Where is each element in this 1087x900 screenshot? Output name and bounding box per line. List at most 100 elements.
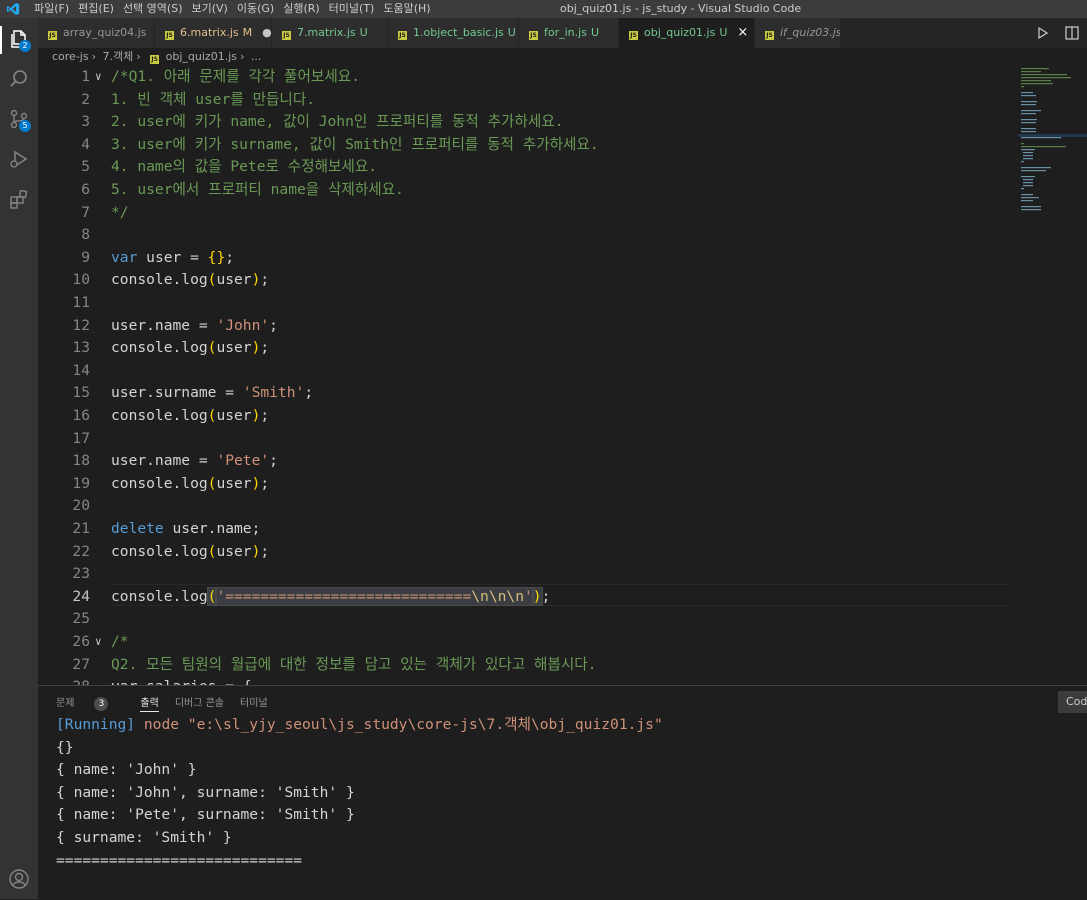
- menu-go[interactable]: 이동(G): [237, 0, 274, 18]
- run-debug-icon: [10, 150, 28, 168]
- output-panel: 문제 3 출력 디버그 콘솔 터미널 Cod [Running] node "e:…: [38, 685, 1087, 900]
- window-title: obj_quiz01.js - js_study - Visual Studio…: [560, 2, 802, 15]
- tab-debug-console[interactable]: 디버그 콘솔: [175, 694, 224, 712]
- tab-terminal[interactable]: 터미널: [240, 694, 268, 712]
- menu-selection[interactable]: 선택 영역(S): [123, 0, 183, 18]
- breadcrumb-folder[interactable]: core-js: [52, 50, 89, 63]
- output-line: { name: 'John', surname: 'Smith' }: [56, 783, 355, 801]
- code-line: 19 console.log(user);: [72, 474, 270, 492]
- chevron-right-icon: ›: [91, 50, 96, 63]
- code-line: 18 user.name = 'Pete';: [72, 452, 278, 470]
- explorer-button[interactable]: 2: [8, 28, 31, 52]
- code-line: 8: [81, 226, 90, 244]
- active-indicator: [0, 26, 2, 54]
- tab-problems[interactable]: 문제 3: [56, 694, 124, 712]
- code-line: 13 console.log(user);: [72, 339, 270, 357]
- code-line: 16 console.log(user);: [72, 407, 270, 424]
- accounts-button[interactable]: [8, 868, 30, 890]
- menu-terminal[interactable]: 터미널(T): [329, 0, 375, 18]
- run-debug-button[interactable]: [8, 148, 30, 170]
- code-line: 14: [72, 361, 90, 379]
- code-line: 3 2. user에 키가 name, 값이 John인 프로퍼티를 동적 추가하…: [81, 113, 564, 131]
- js-file-icon: JS: [629, 31, 638, 40]
- tab-array-quiz04[interactable]: JS array_quiz04.js: [38, 18, 155, 48]
- breadcrumb-subfolder[interactable]: 7.객체: [103, 50, 134, 63]
- menu-edit[interactable]: 편집(E): [78, 0, 114, 18]
- fold-chevron-icon[interactable]: ∨: [95, 631, 102, 654]
- tab-7-matrix[interactable]: JS 7.matrix.js U: [272, 18, 388, 48]
- code-line: 26 ∨/*: [38, 631, 1087, 654]
- breadcrumb-file[interactable]: obj_quiz01.js: [166, 50, 237, 63]
- search-icon: [10, 70, 27, 87]
- code-line: 2 1. 빈 객체 user를 만듭니다.: [81, 90, 316, 108]
- menu-file[interactable]: 파일(F): [34, 0, 69, 18]
- code-line: 22 console.log(user);: [72, 542, 270, 560]
- account-icon: [9, 869, 29, 889]
- modified-dot-icon[interactable]: ●: [262, 26, 271, 39]
- editor-tab-bar: JS array_quiz04.js JS 6.matrix.js M ● JS 7.ma…: [38, 18, 1087, 48]
- search-button[interactable]: [8, 68, 30, 90]
- code-line: 17: [72, 429, 90, 447]
- code-line: 5 4. name의 값을 Pete로 수정해보세요.: [81, 158, 378, 176]
- extensions-icon: [10, 189, 28, 209]
- output-line: { name: 'Pete', surname: 'Smith' }: [56, 806, 355, 824]
- minimap[interactable]: [1018, 66, 1087, 685]
- code-line: 27 Q2. 모든 팀원의 월급에 대한 정보를 담고 있는 객체가 있다고 해봅…: [72, 655, 597, 673]
- title-bar: 파일(F) 편집(E) 선택 영역(S) 보기(V) 이동(G) 실행(R) 터…: [0, 0, 1087, 18]
- code-editor[interactable]: 1 ∨/*Q1. 아래 문제를 각각 풀어보세요. 2 1. 빈 객체 user를 …: [38, 66, 1087, 685]
- code-line: 10 console.log(user);: [72, 271, 270, 289]
- js-file-icon: JS: [48, 31, 57, 40]
- fold-chevron-icon[interactable]: ∨: [95, 66, 102, 89]
- menu-help[interactable]: 도움말(H): [383, 0, 430, 18]
- tab-output[interactable]: 출력: [140, 694, 159, 712]
- code-line: 7 */: [81, 203, 129, 221]
- tab-for-in[interactable]: JS for_in.js U: [519, 18, 619, 48]
- vscode-logo-icon: [6, 2, 20, 16]
- run-icon[interactable]: [1037, 27, 1049, 39]
- tab-6-matrix[interactable]: JS 6.matrix.js M ●: [155, 18, 272, 48]
- split-editor-icon[interactable]: [1065, 26, 1079, 40]
- code-line-current: 24 console.log('=========================…: [72, 586, 551, 606]
- panel-tabs: 문제 3 출력 디버그 콘솔 터미널: [56, 694, 284, 712]
- code-line: 20: [72, 497, 90, 515]
- code-line: 15 user.surname = 'Smith';: [72, 384, 314, 402]
- code-line: 28var salaries = {: [38, 676, 1087, 685]
- code-line: 9 var user = {};: [81, 248, 235, 266]
- code-line: 23: [72, 565, 90, 583]
- output-line: [Running] node "e:\sl_yjy_seoul\js_study…: [56, 716, 663, 733]
- breadcrumb: core-js › 7.객체 › JS obj_quiz01.js › ...: [38, 48, 1087, 66]
- js-file-icon: JS: [398, 31, 407, 40]
- code-line: 1 ∨/*Q1. 아래 문제를 각각 풀어보세요.: [38, 66, 1087, 89]
- problems-count-badge: 3: [94, 697, 109, 711]
- activity-bar: 2 5: [0, 18, 38, 899]
- js-file-icon: JS: [165, 31, 174, 40]
- output-line: ============================: [56, 851, 303, 869]
- code-line: 4 3. user에 키가 surname, 값이 Smith인 프로퍼티를 동적…: [81, 135, 599, 153]
- code-line: 11: [72, 294, 90, 311]
- tab-obj-quiz01[interactable]: JS obj_quiz01.js U ×: [619, 18, 755, 48]
- output-line: { name: 'John' }: [56, 761, 197, 779]
- code-line: 6 5. user에서 프로퍼티 name을 삭제하세요.: [81, 181, 404, 198]
- js-file-icon: JS: [150, 55, 160, 64]
- output-channel-dropdown[interactable]: Cod: [1058, 691, 1087, 713]
- tab-1-object-basic[interactable]: JS 1.object_basic.js U: [388, 18, 519, 48]
- output-line: { surname: 'Smith' }: [56, 829, 232, 846]
- source-control-button[interactable]: 5: [8, 108, 31, 132]
- menu-run[interactable]: 실행(R): [283, 0, 319, 18]
- editor-actions: [1037, 18, 1087, 48]
- output-line: {}: [56, 738, 74, 756]
- close-tab-icon[interactable]: ×: [737, 25, 748, 40]
- breadcrumb-symbol[interactable]: ...: [251, 50, 262, 63]
- menu-view[interactable]: 보기(V): [191, 0, 227, 18]
- scm-badge: 5: [19, 120, 31, 132]
- js-file-icon: JS: [282, 31, 291, 40]
- code-line: 12 user.name = 'John';: [72, 316, 278, 334]
- chevron-right-icon: ›: [136, 50, 141, 63]
- js-file-icon: JS: [765, 31, 774, 40]
- chevron-right-icon: ›: [240, 50, 245, 63]
- extensions-button[interactable]: [8, 188, 30, 210]
- code-line: 25: [72, 610, 90, 628]
- explorer-badge: 2: [19, 40, 31, 52]
- code-line: 21 delete user.name;: [72, 520, 261, 537]
- tab-if-quiz03[interactable]: JS if_quiz03.js: [755, 18, 841, 48]
